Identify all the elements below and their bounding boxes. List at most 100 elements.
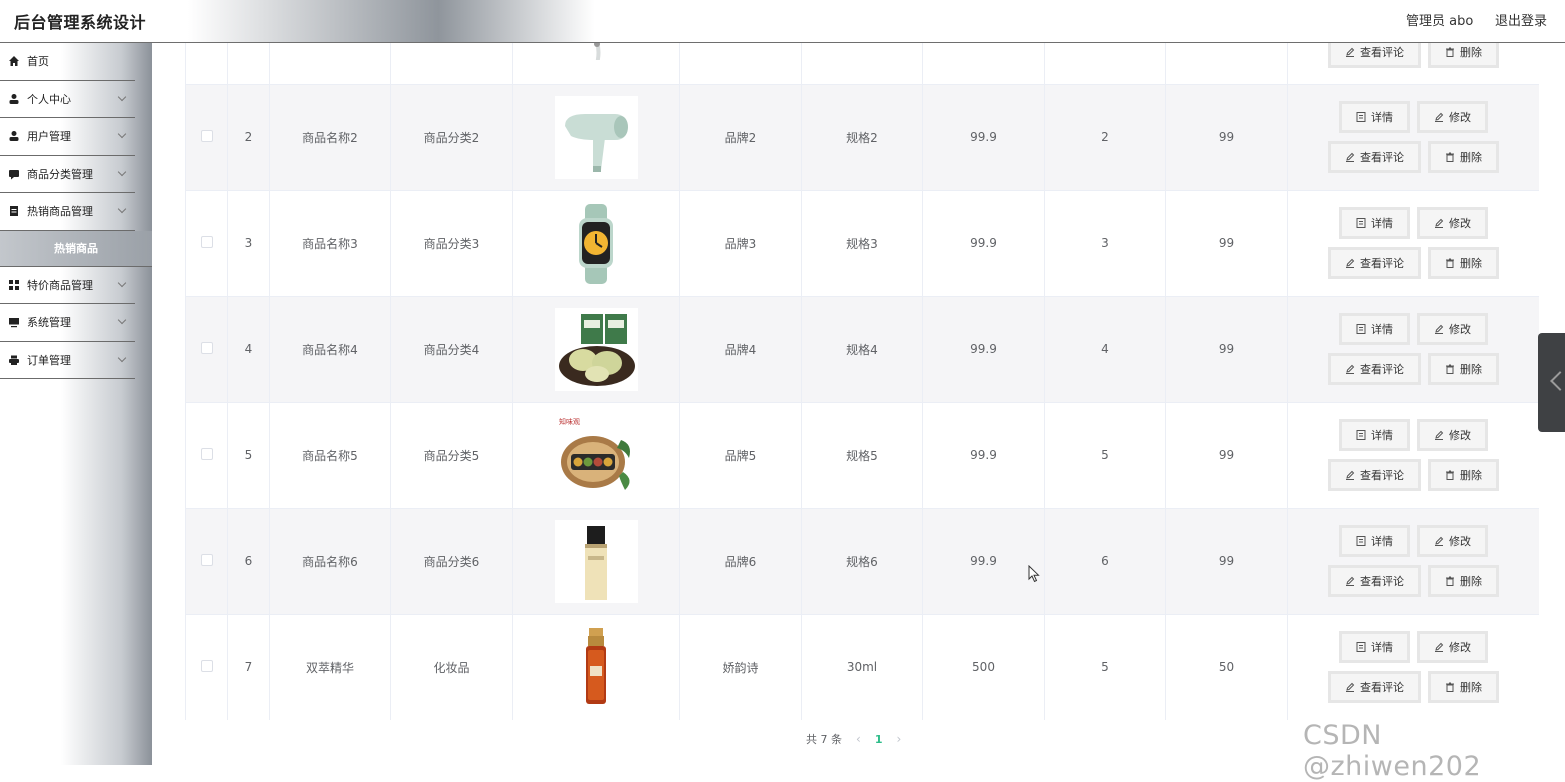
delete-button-label: 删除 bbox=[1460, 151, 1482, 164]
delete-button[interactable]: 删除 bbox=[1428, 141, 1499, 173]
view-comments-button[interactable]: 查看评论 bbox=[1328, 459, 1421, 491]
view-comments-button[interactable]: 查看评论 bbox=[1328, 247, 1421, 279]
document-icon bbox=[1356, 430, 1371, 440]
row-checkbox[interactable] bbox=[200, 553, 213, 566]
sidebar-item-6[interactable]: 特价商品管理 bbox=[0, 267, 135, 304]
edit-button[interactable]: 修改 bbox=[1417, 207, 1488, 239]
sidebar-item-label: 商品分类管理 bbox=[27, 167, 93, 181]
product-brand: 品牌2 bbox=[679, 84, 802, 191]
delete-button[interactable]: 删除 bbox=[1428, 247, 1499, 279]
product-name: 商品名称5 bbox=[269, 402, 391, 509]
delete-button[interactable]: 删除 bbox=[1428, 459, 1499, 491]
submenu-item-hot-products[interactable]: 热销商品 bbox=[0, 230, 152, 267]
detail-button[interactable]: 详情 bbox=[1339, 631, 1410, 663]
product-price: 500 bbox=[922, 614, 1045, 720]
chevron-left-icon bbox=[1550, 371, 1565, 391]
edit-button-label: 修改 bbox=[1449, 323, 1471, 336]
sidebar-item-8[interactable]: 订单管理 bbox=[0, 342, 135, 379]
data-table: 查看评论 删除 2 商品名称2 商品分类2 品牌2 规格2 99.9 2 99 详情 修改 查看评论 删除… bbox=[185, 0, 1539, 720]
edit-button[interactable]: 修改 bbox=[1417, 631, 1488, 663]
document-icon bbox=[1356, 324, 1371, 334]
edit-icon bbox=[1434, 642, 1449, 652]
view-comments-button[interactable]: 查看评论 bbox=[1328, 353, 1421, 385]
table-row[interactable]: 6 商品名称6 商品分类6 品牌6 规格6 99.9 6 99 详情 修改 查看评论 删除 bbox=[185, 508, 1539, 615]
trash-icon bbox=[1445, 682, 1460, 692]
sidebar-item-4[interactable]: 热销商品管理 bbox=[0, 193, 135, 231]
edit-button[interactable]: 修改 bbox=[1417, 101, 1488, 133]
trash-icon bbox=[1445, 470, 1460, 480]
sidebar-item-label: 特价商品管理 bbox=[27, 278, 93, 292]
table-row[interactable]: 5 商品名称5 商品分类5 知味观 品牌5 规格5 99.9 5 99 详情 修改 查看评论 删除 bbox=[185, 402, 1539, 509]
total-count: 共 7 条 bbox=[806, 733, 842, 746]
product-count: 5 bbox=[1044, 614, 1166, 720]
prev-page-button[interactable]: ‹ bbox=[856, 732, 861, 746]
logout-link[interactable]: 退出登录 bbox=[1495, 10, 1547, 29]
detail-button[interactable]: 详情 bbox=[1339, 419, 1410, 451]
edit-icon bbox=[1345, 152, 1360, 162]
detail-button[interactable]: 详情 bbox=[1339, 525, 1410, 557]
sidebar-item-2[interactable]: 用户管理 bbox=[0, 118, 135, 156]
view-comments-button[interactable]: 查看评论 bbox=[1328, 565, 1421, 597]
edit-button[interactable]: 修改 bbox=[1417, 313, 1488, 345]
row-checkbox[interactable] bbox=[200, 341, 213, 354]
row-checkbox[interactable] bbox=[200, 129, 213, 142]
delete-button-label: 删除 bbox=[1460, 575, 1482, 588]
sidebar-item-7[interactable]: 系统管理 bbox=[0, 304, 135, 342]
edit-icon bbox=[1345, 258, 1360, 268]
table-row[interactable]: 4 商品名称4 商品分类4 品牌4 规格4 99.9 4 99 详情 修改 查看评论 删除 bbox=[185, 296, 1539, 403]
product-category: 化妆品 bbox=[390, 614, 513, 720]
product-stock: 99 bbox=[1165, 402, 1288, 509]
delete-button[interactable]: 删除 bbox=[1428, 353, 1499, 385]
row-checkbox[interactable] bbox=[200, 447, 213, 460]
table-row[interactable]: 7 双萃精华 化妆品 娇韵诗 30ml 500 5 50 详情 修改 查看评论 删除 bbox=[185, 614, 1539, 720]
product-image bbox=[512, 614, 680, 720]
pagination: 共 7 条 ‹ 1 › bbox=[806, 731, 901, 747]
product-stock: 99 bbox=[1165, 84, 1288, 191]
view-comments-button[interactable]: 查看评论 bbox=[1328, 671, 1421, 703]
row-checkbox[interactable] bbox=[200, 235, 213, 248]
product-brand: 品牌6 bbox=[679, 508, 802, 615]
trash-icon bbox=[1445, 364, 1460, 374]
sidebar-item-3[interactable]: 商品分类管理 bbox=[0, 156, 135, 193]
current-user: 管理员 abo bbox=[1406, 14, 1474, 29]
sidebar-item-1[interactable]: 个人中心 bbox=[0, 81, 135, 118]
side-drawer-toggle[interactable] bbox=[1538, 333, 1565, 432]
view-comments-button[interactable]: 查看评论 bbox=[1328, 141, 1421, 173]
edit-button[interactable]: 修改 bbox=[1417, 525, 1488, 557]
table-row[interactable]: 3 商品名称3 商品分类3 品牌3 规格3 99.9 3 99 详情 修改 查看评论 删除 bbox=[185, 190, 1539, 297]
delete-button[interactable]: 删除 bbox=[1428, 565, 1499, 597]
delete-button-label: 删除 bbox=[1460, 257, 1482, 270]
delete-button[interactable]: 删除 bbox=[1428, 671, 1499, 703]
chevron-down-icon bbox=[117, 278, 127, 287]
product-price: 99.9 bbox=[922, 190, 1045, 297]
delete-button-label: 删除 bbox=[1460, 681, 1482, 694]
view-comments-button-label: 查看评论 bbox=[1360, 151, 1404, 164]
page-number-1[interactable]: 1 bbox=[875, 733, 883, 746]
edit-icon bbox=[1345, 470, 1360, 480]
sidebar-item-label: 用户管理 bbox=[27, 130, 71, 144]
chevron-down-icon bbox=[117, 92, 127, 101]
row-index: 4 bbox=[227, 296, 270, 403]
product-name: 商品名称2 bbox=[269, 84, 391, 191]
edit-button-label: 修改 bbox=[1449, 641, 1471, 654]
next-page-button[interactable]: › bbox=[896, 732, 901, 746]
product-category: 商品分类6 bbox=[390, 508, 513, 615]
detail-button-label: 详情 bbox=[1371, 323, 1393, 336]
product-category: 商品分类4 bbox=[390, 296, 513, 403]
row-actions: 详情 修改查看评论 删除 bbox=[1287, 190, 1539, 297]
row-checkbox-cell bbox=[185, 614, 228, 720]
edit-button[interactable]: 修改 bbox=[1417, 419, 1488, 451]
detail-button[interactable]: 详情 bbox=[1339, 313, 1410, 345]
trash-icon bbox=[1445, 576, 1460, 586]
trash-icon bbox=[1445, 258, 1460, 268]
sidebar-item-0[interactable]: 首页 bbox=[0, 43, 135, 81]
row-checkbox[interactable] bbox=[200, 659, 213, 672]
row-index: 3 bbox=[227, 190, 270, 297]
detail-button[interactable]: 详情 bbox=[1339, 207, 1410, 239]
edit-icon bbox=[1434, 536, 1449, 546]
row-checkbox-cell bbox=[185, 190, 228, 297]
detail-button[interactable]: 详情 bbox=[1339, 101, 1410, 133]
table-row[interactable]: 2 商品名称2 商品分类2 品牌2 规格2 99.9 2 99 详情 修改 查看评论 删除 bbox=[185, 84, 1539, 191]
view-comments-button-label: 查看评论 bbox=[1360, 469, 1404, 482]
row-index: 5 bbox=[227, 402, 270, 509]
